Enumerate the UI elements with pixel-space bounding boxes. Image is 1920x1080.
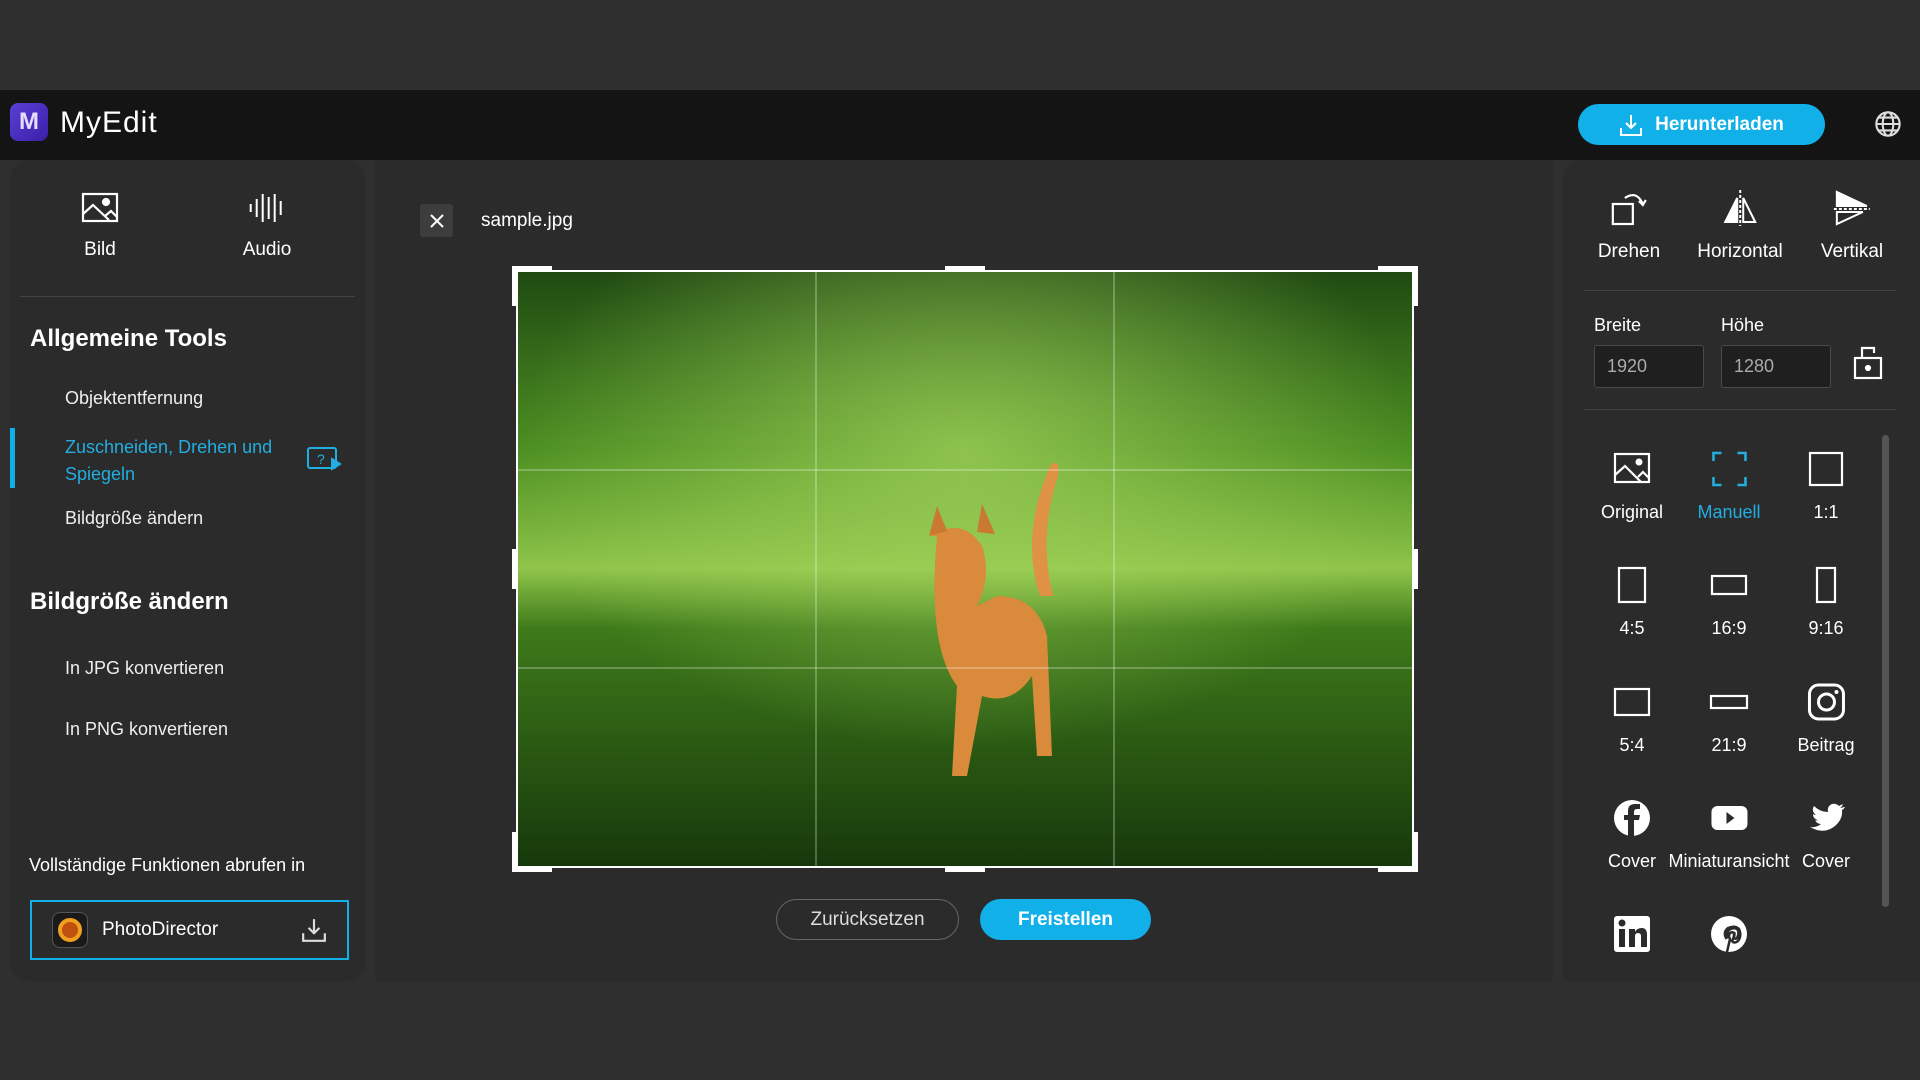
reset-button[interactable]: Zurücksetzen (776, 899, 959, 940)
photo-crop-area[interactable] (512, 266, 1418, 872)
ratio-label: Cover (1802, 851, 1850, 872)
ratio-4-5-icon (1612, 565, 1652, 605)
ratio-option-16-9[interactable]: 16:9 (1709, 565, 1749, 639)
ratio-option-manuell[interactable]: Manuell (1697, 449, 1760, 523)
height-input[interactable]: 1280 (1721, 345, 1831, 388)
tab-label: Audio (243, 239, 292, 261)
audio-wave-icon (248, 192, 286, 224)
image-icon (81, 192, 119, 224)
crop-button[interactable]: Freistellen (980, 899, 1151, 940)
width-label: Breite (1594, 315, 1641, 336)
flip-vertical-icon (1832, 188, 1872, 228)
ratio-label: Original (1601, 502, 1663, 523)
manual-crop-icon (1709, 449, 1749, 489)
tool-png[interactable]: In PNG konvertieren (65, 719, 228, 740)
flip-horizontal-icon (1720, 188, 1760, 228)
rotate-icon (1609, 188, 1649, 228)
help-video-icon[interactable]: ? (306, 445, 342, 473)
ratio-label: Cover (1608, 851, 1656, 872)
ratio-label: Beitrag (1797, 735, 1854, 756)
close-button[interactable] (420, 204, 453, 237)
ratio-option-original[interactable]: Original (1601, 449, 1663, 523)
myedit-logo[interactable]: M (10, 103, 48, 141)
rotate-label: Drehen (1598, 241, 1660, 263)
photodirector-label: PhotoDirector (102, 919, 301, 941)
ratio-label: 4:5 (1612, 618, 1652, 639)
svg-text:?: ? (317, 451, 325, 467)
photodirector-button[interactable]: PhotoDirector (30, 900, 349, 960)
pinterest-icon (1709, 914, 1749, 954)
tool-jpg[interactable]: In JPG konvertieren (65, 658, 224, 679)
ratio-label: 9:16 (1806, 618, 1846, 639)
width-input[interactable]: 1920 (1594, 345, 1704, 388)
download-label: Herunterladen (1655, 114, 1784, 136)
photodirector-logo (52, 912, 88, 948)
tool-bildgroesse[interactable]: Bildgröße ändern (65, 508, 203, 529)
height-label: Höhe (1721, 315, 1764, 336)
ratio-option-4-5[interactable]: 4:5 (1612, 565, 1652, 639)
ratio-label: Manuell (1697, 502, 1760, 523)
linkedin-icon (1612, 914, 1652, 954)
ratio-option-linkedin[interactable] (1612, 914, 1652, 959)
download-button[interactable]: Herunterladen (1578, 104, 1825, 145)
tool-zuschneiden-active[interactable]: Zuschneiden, Drehen und Spiegeln (65, 434, 305, 488)
unlock-icon[interactable] (1852, 344, 1884, 380)
ratio-option-pinterest[interactable] (1709, 914, 1749, 959)
instagram-icon (1806, 682, 1846, 722)
close-icon (429, 213, 445, 229)
ratio-label: 5:4 (1612, 735, 1652, 756)
download-icon (1619, 113, 1643, 137)
ratio-option-cover[interactable]: Cover (1802, 798, 1850, 872)
youtube-icon (1709, 798, 1749, 838)
ratio-option-miniaturansicht[interactable]: Miniaturansicht (1668, 798, 1789, 872)
ratio-option-5-4[interactable]: 5:4 (1612, 682, 1652, 756)
app-title: MyEdit (60, 106, 158, 140)
flip-horizontal-label: Horizontal (1697, 241, 1783, 263)
ratio-label: 16:9 (1709, 618, 1749, 639)
divider (1584, 409, 1896, 410)
section-title: Allgemeine Tools (30, 325, 227, 353)
image-icon (1612, 449, 1652, 489)
ratio-label: Miniaturansicht (1668, 851, 1789, 872)
flip-horizontal-button[interactable]: Horizontal (1697, 188, 1783, 263)
section-title: Bildgröße ändern (30, 588, 229, 616)
ratio-option-1-1[interactable]: 1:1 (1806, 449, 1846, 523)
download-icon (301, 917, 327, 943)
globe-icon[interactable] (1874, 110, 1902, 138)
tab-audio[interactable]: Audio (243, 192, 292, 261)
ratio-5-4-icon (1612, 682, 1652, 722)
flip-vertical-button[interactable]: Vertikal (1821, 188, 1883, 263)
rotate-button[interactable]: Drehen (1598, 188, 1660, 263)
ratio-label: 21:9 (1709, 735, 1749, 756)
tool-objektentfernung[interactable]: Objektentfernung (65, 388, 203, 409)
tab-bild[interactable]: Bild (81, 192, 119, 261)
facebook-icon (1612, 798, 1652, 838)
active-indicator (10, 428, 15, 488)
ratio-option-beitrag[interactable]: Beitrag (1797, 682, 1854, 756)
flip-vertical-label: Vertikal (1821, 241, 1883, 263)
ratio-9-16-icon (1806, 565, 1846, 605)
ratio-21-9-icon (1709, 682, 1749, 722)
ratio-16-9-icon (1709, 565, 1749, 605)
divider (20, 296, 355, 297)
tab-label: Bild (81, 239, 119, 261)
scrollbar[interactable] (1882, 435, 1889, 907)
ratio-label: 1:1 (1806, 502, 1846, 523)
filename: sample.jpg (481, 210, 573, 232)
divider (1584, 290, 1896, 291)
promo-text: Vollständige Funktionen abrufen in (29, 855, 305, 876)
ratio-option-9-16[interactable]: 9:16 (1806, 565, 1846, 639)
ratio-option-21-9[interactable]: 21:9 (1709, 682, 1749, 756)
ratio-option-cover[interactable]: Cover (1608, 798, 1656, 872)
square-icon (1806, 449, 1846, 489)
twitter-icon (1806, 798, 1846, 838)
